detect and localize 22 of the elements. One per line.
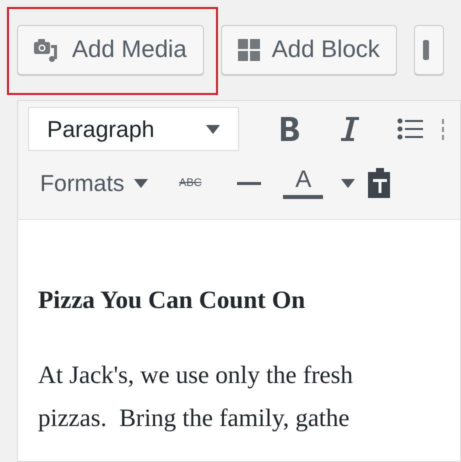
heading: Pizza You Can Count On [38,286,306,316]
caret-icon [206,124,220,134]
paragraph-line: pizzas. Bring the family, gathe [38,404,350,434]
format-select[interactable]: Paragraph [28,107,240,151]
horizontal-line-icon [237,182,262,184]
paragraph-line: At Jack's, we use only the fresh [38,360,353,390]
caret-icon [341,178,356,188]
strikethrough-button[interactable]: ABC [160,161,220,205]
add-button[interactable]: Add Block [220,25,397,75]
camera-music-icon [34,38,60,62]
italic-icon [340,117,359,141]
formats-dropdown[interactable]: Formats [28,161,160,205]
grid-icon [238,39,260,61]
numbered-list-icon [440,118,445,140]
bold-icon [280,117,299,141]
text-color-button[interactable]: A [278,161,328,205]
add-button[interactable]: Add Media [17,25,204,75]
caret-icon [134,178,148,188]
select-value: Paragraph [47,114,154,144]
bullet-list-icon [397,118,424,140]
clipboard-icon [368,168,392,198]
toolbar-button[interactable] [414,25,444,75]
